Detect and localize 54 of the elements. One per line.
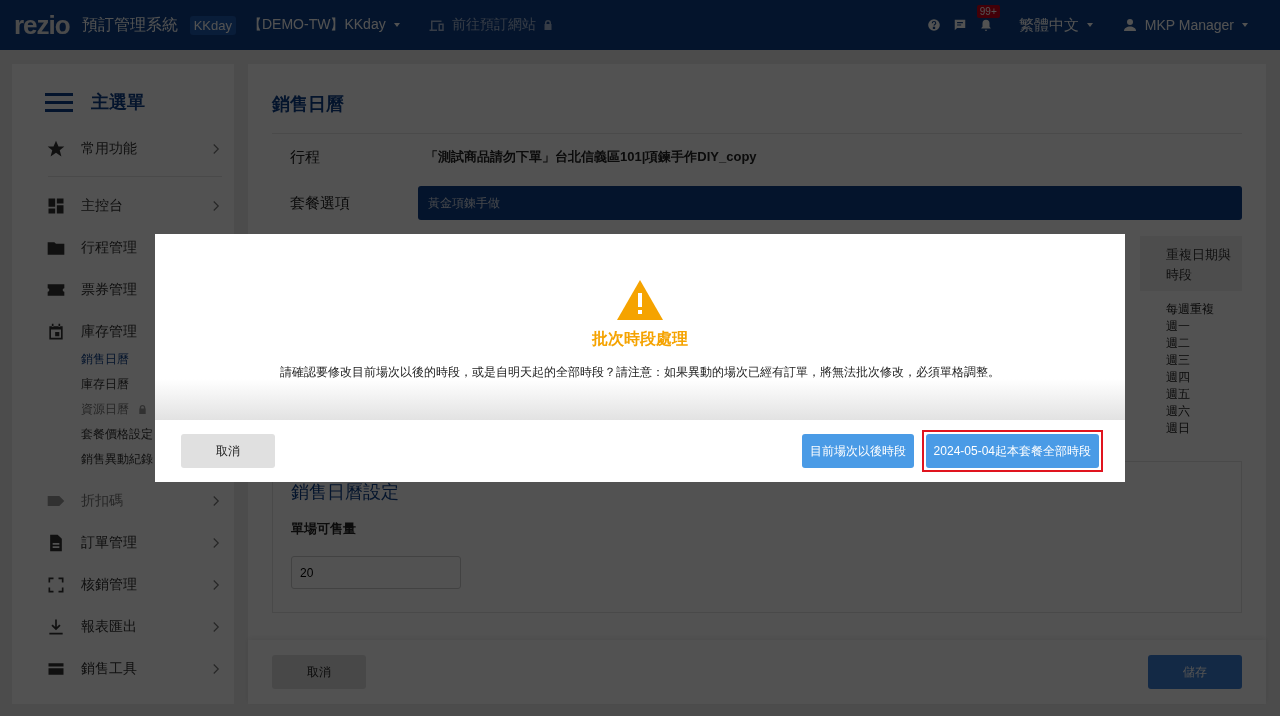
menu-icon[interactable] — [45, 92, 73, 112]
download-icon — [46, 617, 66, 637]
chevron-icon — [212, 143, 220, 155]
chevron-icon — [212, 200, 220, 212]
notification-badge: 99+ — [976, 5, 1000, 18]
cancel-button[interactable]: 取消 — [272, 655, 366, 689]
nav-item[interactable]: 主控台 — [12, 185, 234, 227]
repeat-day: 週日 — [1166, 420, 1242, 437]
logo[interactable]: rezio — [14, 9, 70, 41]
account-badge: KKday — [189, 15, 236, 35]
page-title: 銷售日曆 — [272, 93, 345, 116]
chevron-icon — [212, 537, 220, 549]
quantity-input[interactable]: 20 — [291, 556, 461, 589]
tour-name: 「測試商品請勿下單」台北信義區101|項鍊手作DIY_copy — [425, 148, 757, 166]
cancel-button[interactable]: 取消 — [181, 434, 275, 468]
nav-item[interactable]: 銷售工具 — [12, 648, 234, 690]
user-menu[interactable]: MKP Manager — [1120, 16, 1250, 34]
repeat-day: 週四 — [1166, 369, 1242, 386]
nav-item[interactable]: 訂單管理 — [12, 522, 234, 564]
chevron-icon — [212, 621, 220, 633]
section-title: 銷售日曆設定 — [291, 481, 399, 504]
repeat-day: 週三 — [1166, 352, 1242, 369]
field-label: 單場可售量 — [291, 520, 356, 538]
chevron-icon — [212, 663, 220, 675]
chevron-icon — [212, 495, 220, 507]
nav-item[interactable]: 常用功能 — [12, 128, 234, 170]
account-dropdown[interactable]: 【DEMO-TW】KKday — [248, 16, 402, 34]
dialog-title: 批次時段處理 — [592, 329, 688, 349]
dashboard-icon — [46, 196, 66, 216]
field-label: 套餐選項 — [290, 193, 351, 213]
language-dropdown[interactable]: 繁體中文 — [1018, 15, 1095, 35]
chevron-icon — [212, 579, 220, 591]
nav-item[interactable]: 核銷管理 — [12, 564, 234, 606]
confirm-button[interactable]: 目前場次以後時段 — [801, 434, 914, 468]
nav-item[interactable]: 庫存管理 — [12, 311, 234, 353]
help-icon[interactable] — [926, 18, 941, 32]
dialog-message: 請確認要修改目前場次以後的時段，或是自明天起的全部時段？請注意：如果異動的場次已經有訂單，將無法批次修改，必須單格調整。 — [280, 364, 1000, 381]
warning-icon — [616, 279, 664, 321]
repeat-day: 週五 — [1166, 386, 1242, 403]
calendar-icon — [46, 322, 66, 342]
scan-icon — [46, 575, 66, 595]
chat-icon[interactable] — [952, 18, 967, 32]
star-icon — [46, 139, 66, 159]
repeat-day: 每週重複 — [1166, 301, 1242, 318]
bell-icon[interactable] — [978, 18, 993, 32]
nav-item[interactable]: 票券管理 — [12, 269, 234, 311]
field-label: 行程 — [290, 147, 321, 167]
system-name: 預訂管理系統 — [81, 14, 178, 35]
menu-title: 主選單 — [91, 91, 145, 114]
lock-icon — [137, 404, 148, 415]
repeat-day: 週六 — [1166, 403, 1242, 420]
nav-item[interactable]: 行程管理 — [12, 227, 234, 269]
confirm-button[interactable]: 2024-05-04起本套餐全部時段 — [925, 434, 1099, 468]
nav-item[interactable]: 報表匯出 — [12, 606, 234, 648]
